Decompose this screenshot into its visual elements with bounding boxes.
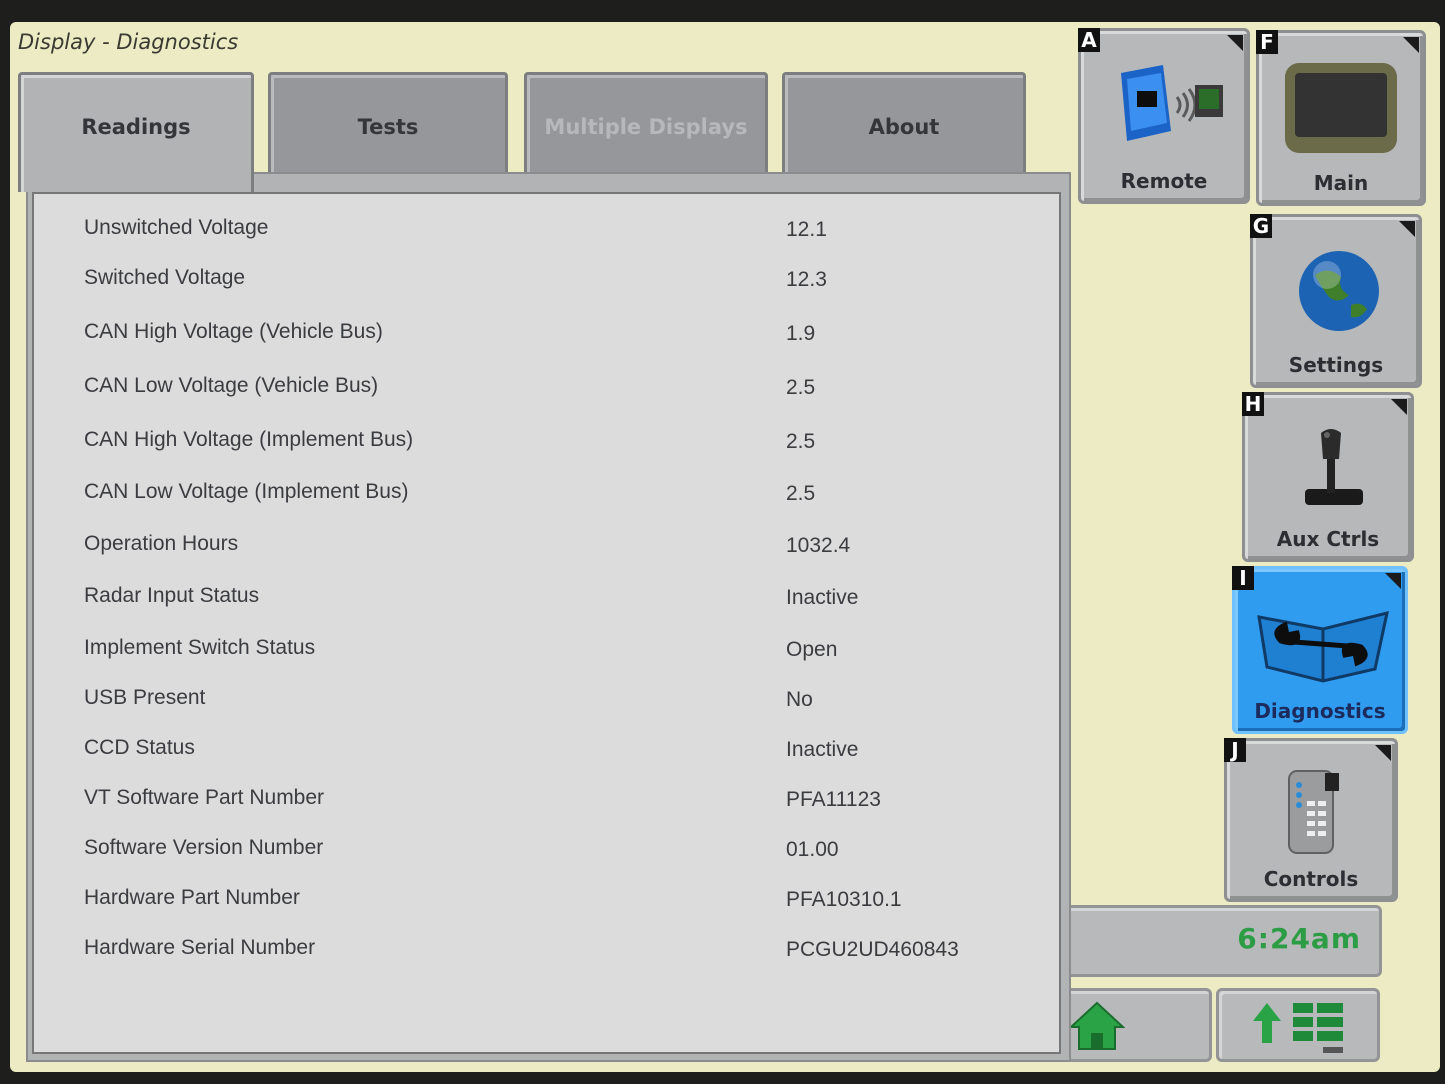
reading-row: CCD Status Inactive (34, 736, 1059, 766)
reading-row: CAN Low Voltage (Vehicle Bus) 2.5 (34, 374, 1059, 404)
tab-readings[interactable]: Readings (18, 72, 254, 192)
clock-time: 6:24am (1237, 922, 1361, 955)
reading-row: Switched Voltage 12.3 (34, 266, 1059, 296)
settings-label: Settings (1288, 353, 1384, 377)
reading-value: No (786, 688, 813, 711)
reading-label: CAN Low Voltage (Implement Bus) (84, 480, 409, 503)
softkey-letter: I (1232, 566, 1254, 590)
reading-row: Implement Switch Status Open (34, 636, 1059, 666)
diagnostics-label: Diagnostics (1254, 699, 1386, 723)
reading-row: VT Software Part Number PFA11123 (34, 786, 1059, 816)
reading-row: Software Version Number 01.00 (34, 836, 1059, 866)
diagnostics-button[interactable]: I Diagnostics (1232, 566, 1408, 734)
reading-row: CAN Low Voltage (Implement Bus) 2.5 (34, 480, 1059, 510)
reading-label: Hardware Part Number (84, 886, 300, 909)
menu-corner-indicator (1399, 221, 1415, 237)
reading-row: Operation Hours 1032.4 (34, 532, 1059, 562)
reading-value: 01.00 (786, 838, 839, 861)
reading-value: PFA10310.1 (786, 888, 902, 911)
reading-value: 2.5 (786, 482, 816, 505)
remote-label: Remote (1120, 169, 1208, 193)
reading-row: Unswitched Voltage 12.1 (34, 216, 1059, 246)
menu-corner-indicator (1375, 745, 1391, 761)
reading-value: Inactive (786, 738, 859, 761)
reading-row: Radar Input Status Inactive (34, 584, 1059, 614)
display-screen: Display - Diagnostics Readings Tests Mul… (10, 22, 1440, 1072)
reading-row: Hardware Part Number PFA10310.1 (34, 886, 1059, 916)
reading-label: Unswitched Voltage (84, 216, 269, 239)
reading-row: USB Present No (34, 686, 1059, 716)
up-arrow-menu-icon (1253, 1003, 1343, 1053)
keypad-icon (1288, 770, 1339, 854)
page-title: Display - Diagnostics (18, 30, 239, 54)
softkey-letter: F (1256, 30, 1278, 54)
reading-value: 2.5 (786, 430, 816, 453)
tab-tests[interactable]: Tests (268, 72, 508, 176)
home-button[interactable] (1050, 988, 1212, 1062)
reading-label: Hardware Serial Number (84, 936, 316, 959)
reading-label: VT Software Part Number (84, 786, 325, 809)
reading-label: Switched Voltage (84, 266, 246, 289)
globe-icon (1299, 251, 1379, 331)
remote-button[interactable]: A Remote (1078, 28, 1250, 204)
tab-multiple-displays[interactable]: Multiple Displays (524, 72, 768, 176)
tab-about[interactable]: About (782, 72, 1026, 176)
softkey-letter: G (1250, 214, 1272, 238)
reading-value: 1.9 (786, 322, 816, 345)
aux-controls-button[interactable]: H Aux Ctrls (1242, 392, 1414, 562)
menu-corner-indicator (1227, 35, 1243, 51)
display-screen-icon (1285, 63, 1397, 153)
reading-value: PFA11123 (786, 788, 881, 811)
reading-label: Radar Input Status (84, 584, 260, 607)
reading-value: 1032.4 (786, 534, 851, 557)
menu-button[interactable] (1216, 988, 1380, 1062)
reading-value: Open (786, 638, 838, 661)
home-icon (1069, 1001, 1125, 1050)
reading-label: CAN Low Voltage (Vehicle Bus) (84, 374, 379, 397)
aux-controls-label: Aux Ctrls (1276, 527, 1380, 551)
reading-row: CAN High Voltage (Implement Bus) 2.5 (34, 428, 1059, 458)
readings-panel: Unswitched Voltage 12.1 Switched Voltage… (26, 172, 1071, 1062)
reading-row: CAN High Voltage (Vehicle Bus) 1.9 (34, 320, 1059, 350)
menu-corner-indicator (1403, 37, 1419, 53)
softkey-letter: A (1078, 28, 1100, 52)
wrench-book-icon (1257, 610, 1389, 683)
reading-label: CAN High Voltage (Vehicle Bus) (84, 320, 383, 343)
clock-display: 6:24am (1052, 905, 1382, 977)
controls-button[interactable]: J Controls (1224, 738, 1398, 902)
main-button[interactable]: F Main (1256, 30, 1426, 206)
menu-corner-indicator (1385, 573, 1401, 589)
reading-value: 2.5 (786, 376, 816, 399)
reading-label: Implement Switch Status (84, 636, 316, 659)
reading-label: CAN High Voltage (Implement Bus) (84, 428, 414, 451)
main-label: Main (1313, 171, 1369, 195)
joystick-icon (1305, 429, 1363, 505)
reading-value: 12.1 (786, 218, 827, 241)
reading-label: USB Present (84, 686, 206, 709)
readings-list: Unswitched Voltage 12.1 Switched Voltage… (32, 192, 1061, 1054)
controls-label: Controls (1263, 867, 1359, 891)
settings-button[interactable]: G Settings (1250, 214, 1422, 388)
reading-row: Hardware Serial Number PCGU2UD460843 (34, 936, 1059, 966)
remote-display-icon (1121, 65, 1223, 141)
reading-label: CCD Status (84, 736, 195, 759)
reading-value: 12.3 (786, 268, 827, 291)
reading-value: PCGU2UD460843 (786, 938, 959, 961)
softkey-letter: J (1224, 738, 1246, 762)
reading-value: Inactive (786, 586, 859, 609)
reading-label: Operation Hours (84, 532, 239, 555)
softkey-letter: H (1242, 392, 1264, 416)
reading-label: Software Version Number (84, 836, 324, 859)
menu-corner-indicator (1391, 399, 1407, 415)
